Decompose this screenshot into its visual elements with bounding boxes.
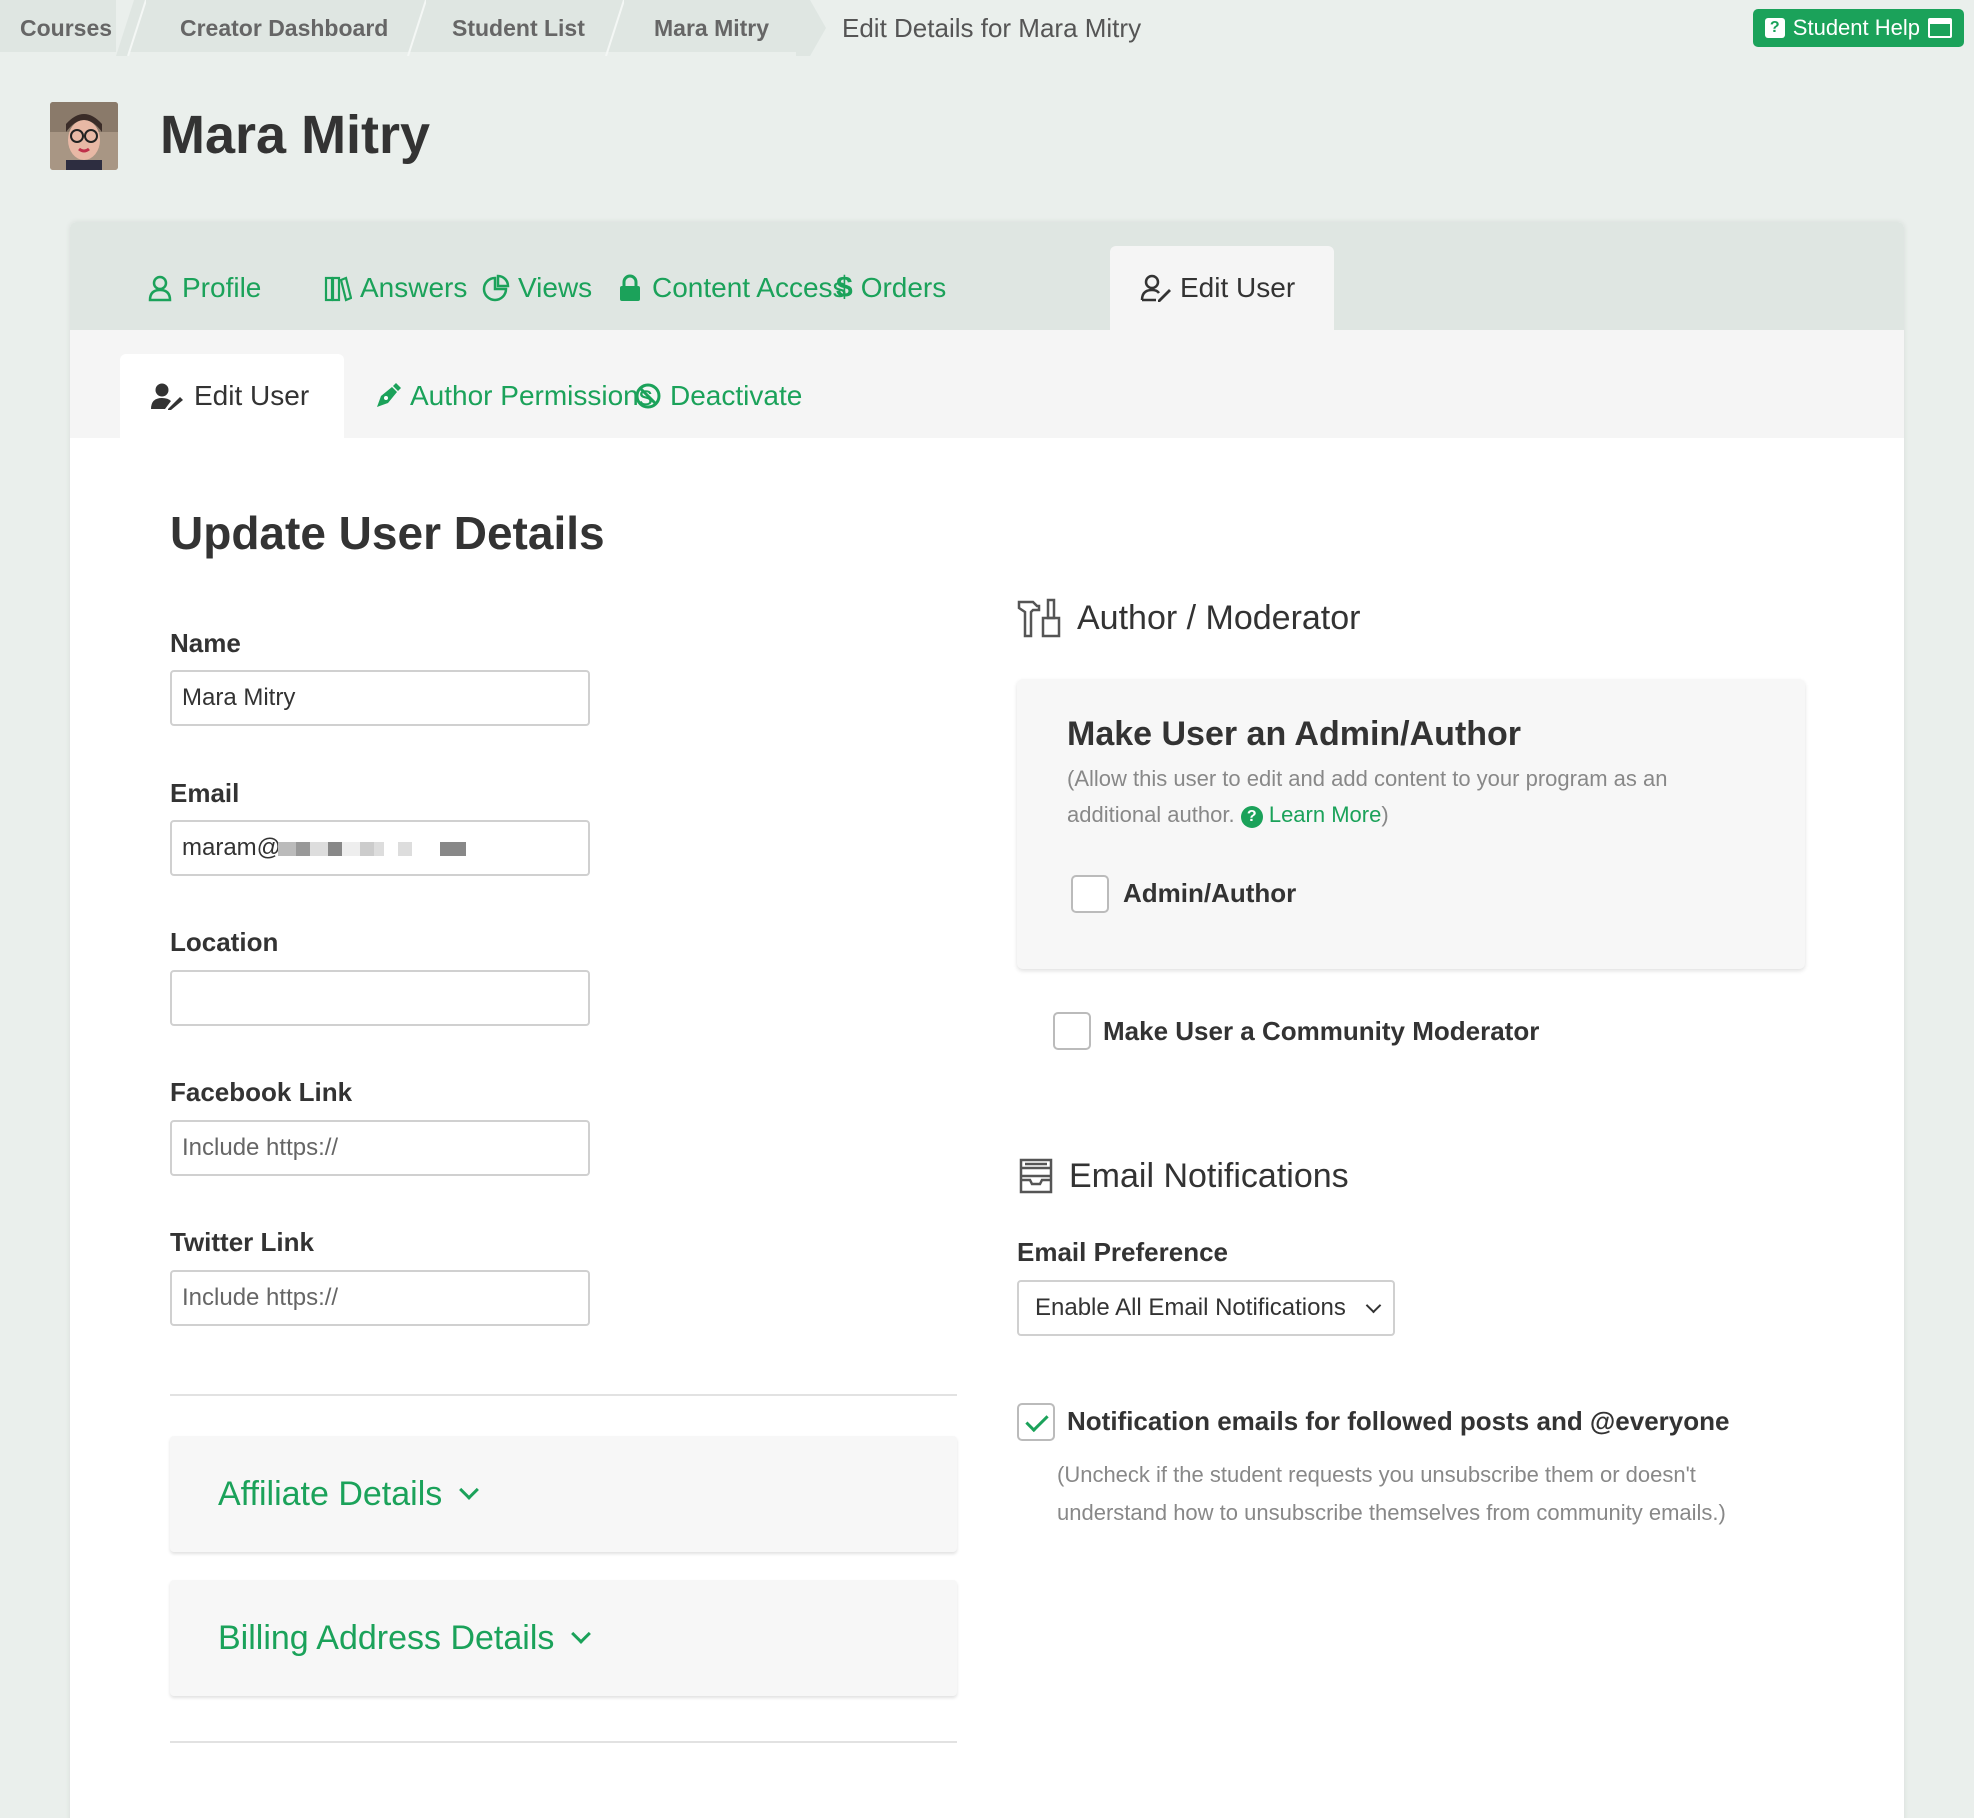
affiliate-details-label: Affiliate Details bbox=[218, 1474, 443, 1513]
breadcrumb: Courses Creator Dashboard Student List M… bbox=[0, 0, 1974, 56]
location-label: Location bbox=[170, 927, 279, 957]
dollar-icon: $ bbox=[836, 271, 853, 304]
lock-icon bbox=[620, 274, 640, 301]
facebook-input[interactable] bbox=[170, 1120, 590, 1176]
subtab-deactivate-label: Deactivate bbox=[670, 380, 803, 411]
tab-edit-user-label: Edit User bbox=[1180, 272, 1296, 303]
page-title: Mara Mitry bbox=[160, 105, 431, 165]
question-icon: ? bbox=[1764, 18, 1785, 38]
chevron-down-icon bbox=[1365, 1297, 1382, 1314]
avatar bbox=[50, 102, 118, 170]
breadcrumb-separator bbox=[116, 0, 146, 56]
student-help-label: Student Help bbox=[1792, 15, 1920, 40]
tab-profile[interactable]: Profile bbox=[116, 246, 291, 330]
tab-orders-label: Orders bbox=[860, 272, 947, 303]
redacted-email bbox=[278, 842, 476, 856]
tools-icon bbox=[1017, 598, 1061, 638]
ban-icon bbox=[635, 383, 661, 409]
subtab-edit-user[interactable]: Edit User bbox=[120, 354, 344, 438]
pie-chart-icon bbox=[482, 274, 510, 302]
inbox-icon bbox=[1019, 1158, 1053, 1194]
divider bbox=[170, 1394, 957, 1396]
pen-icon bbox=[377, 383, 401, 407]
name-input[interactable] bbox=[170, 670, 590, 726]
tab-edit-user[interactable]: Edit User bbox=[1110, 246, 1334, 330]
sub-tabs: Edit User Author Permissions Deactivate bbox=[70, 330, 1904, 438]
twitter-label: Twitter Link bbox=[170, 1227, 314, 1257]
admin-author-description: (Allow this user to edit and add content… bbox=[1067, 761, 1757, 833]
user-edit-icon bbox=[151, 383, 183, 410]
email-preference-label: Email Preference bbox=[1017, 1237, 1229, 1267]
tab-views-label: Views bbox=[518, 272, 593, 303]
unsubscribe-note: (Uncheck if the student requests you uns… bbox=[1057, 1462, 1726, 1525]
user-icon bbox=[148, 275, 172, 302]
breadcrumb-separator bbox=[407, 0, 426, 56]
admin-author-checkbox-label: Admin/Author bbox=[1123, 878, 1297, 908]
email-label: Email bbox=[170, 778, 240, 808]
help-icon: ? bbox=[1240, 806, 1263, 828]
chevron-down-icon bbox=[571, 1624, 592, 1644]
window-icon bbox=[1928, 18, 1952, 38]
breadcrumb-student[interactable]: Mara Mitry bbox=[610, 0, 810, 52]
email-preference-value: Enable All Email Notifications bbox=[1035, 1294, 1346, 1321]
followed-posts-label: Notification emails for followed posts a… bbox=[1067, 1406, 1730, 1436]
section-title: Update User Details bbox=[170, 507, 605, 559]
learn-more-link[interactable]: Learn More bbox=[1269, 802, 1382, 827]
admin-author-title: Make User an Admin/Author bbox=[1067, 715, 1522, 753]
admin-author-description-close: ) bbox=[1381, 802, 1389, 827]
admin-author-panel: Make User an Admin/Author (Allow this us… bbox=[1017, 679, 1805, 969]
name-label: Name bbox=[170, 628, 241, 658]
location-input[interactable] bbox=[170, 970, 590, 1026]
tab-profile-label: Profile bbox=[182, 272, 262, 303]
subtab-deactivate[interactable]: Deactivate bbox=[604, 354, 832, 438]
subtab-edit-user-label: Edit User bbox=[194, 380, 310, 411]
user-edit-icon bbox=[1140, 274, 1171, 302]
email-notifications-heading-text: Email Notifications bbox=[1069, 1156, 1349, 1195]
admin-author-checkbox[interactable] bbox=[1071, 875, 1109, 913]
books-icon bbox=[324, 276, 352, 302]
email-preference-select[interactable]: Enable All Email Notifications bbox=[1017, 1280, 1395, 1336]
main-tabs: Profile Answers Views Content Access $ O… bbox=[70, 222, 1904, 330]
chevron-down-icon bbox=[459, 1480, 480, 1500]
community-moderator-label: Make User a Community Moderator bbox=[1103, 1016, 1540, 1046]
facebook-label: Facebook Link bbox=[170, 1077, 353, 1107]
billing-address-label: Billing Address Details bbox=[218, 1618, 555, 1657]
followed-posts-checkbox[interactable] bbox=[1017, 1403, 1055, 1441]
breadcrumb-separator bbox=[605, 0, 624, 56]
breadcrumb-creator-dashboard[interactable]: Creator Dashboard bbox=[128, 0, 410, 52]
billing-address-accordion[interactable]: Billing Address Details bbox=[170, 1580, 957, 1696]
student-help-button[interactable]: ? Student Help bbox=[1752, 9, 1964, 47]
email-notifications-heading: Email Notifications bbox=[1017, 1156, 1349, 1196]
affiliate-details-accordion[interactable]: Affiliate Details bbox=[170, 1436, 957, 1552]
breadcrumb-student-list[interactable]: Student List bbox=[410, 0, 610, 52]
tab-orders[interactable]: $ Orders bbox=[806, 246, 976, 330]
author-moderator-heading-text: Author / Moderator bbox=[1077, 598, 1361, 637]
community-moderator-checkbox[interactable] bbox=[1053, 1012, 1091, 1050]
divider bbox=[170, 1741, 957, 1743]
author-moderator-heading: Author / Moderator bbox=[1017, 598, 1360, 638]
breadcrumb-current: Edit Details for Mara Mitry bbox=[842, 13, 1142, 43]
breadcrumb-courses[interactable]: Courses bbox=[0, 0, 128, 52]
twitter-input[interactable] bbox=[170, 1270, 590, 1326]
